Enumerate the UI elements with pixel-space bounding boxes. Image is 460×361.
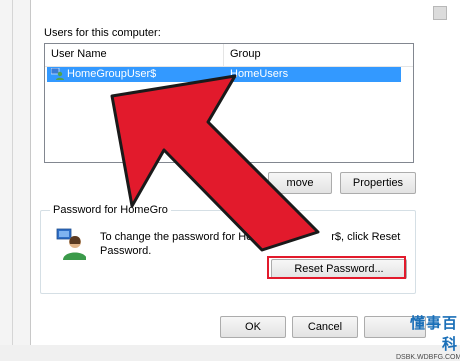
window-left-edge: [0, 0, 30, 345]
password-instruction-text: To change the password for Ho r$, click R…: [100, 230, 400, 258]
password-instruction-line1-end: r$, click Reset: [331, 231, 401, 243]
cancel-button[interactable]: Cancel: [292, 316, 358, 338]
users-list-header: User Name Group: [45, 44, 413, 67]
watermark-text: 懂事百科: [409, 315, 458, 353]
users-list[interactable]: User Name Group HomeGroupUser$ HomeUsers: [44, 43, 414, 163]
reset-password-highlight-box: [267, 256, 406, 279]
window-right-edge: [431, 0, 460, 345]
password-group-legend: Password for HomeGro: [50, 204, 171, 216]
ok-button[interactable]: OK: [220, 316, 286, 338]
watermark-logo: 懂事百科 DSBK.WDBFG.COM: [396, 312, 460, 361]
table-row[interactable]: HomeGroupUser$ HomeUsers: [47, 67, 401, 82]
user-group-icon: [51, 68, 64, 80]
row-user-name: HomeGroupUser$: [67, 68, 157, 80]
column-separator[interactable]: [223, 44, 224, 66]
watermark-url: DSBK.WDBFG.COM: [396, 354, 460, 361]
column-header-group[interactable]: Group: [230, 48, 261, 60]
users-list-label: Users for this computer:: [44, 27, 161, 39]
window-edge-line: [12, 0, 13, 345]
password-instruction-line1: To change the password for Ho: [100, 231, 253, 243]
scrollbar-thumb[interactable]: [433, 6, 447, 20]
properties-button[interactable]: Properties: [340, 172, 416, 194]
user-password-icon: [56, 228, 86, 260]
remove-button[interactable]: move: [268, 172, 332, 194]
column-header-user-name[interactable]: User Name: [51, 48, 107, 60]
user-accounts-dialog: Users for this computer: User Name Group…: [0, 0, 460, 361]
row-group: HomeUsers: [230, 68, 289, 80]
